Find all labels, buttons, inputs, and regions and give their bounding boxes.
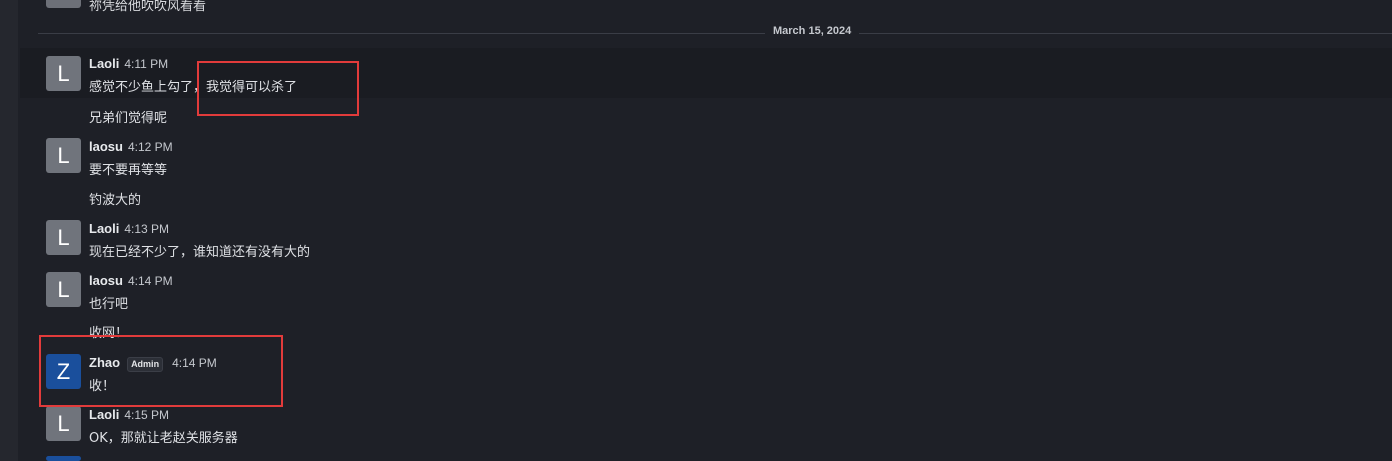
message-header: Laoli 4:11 PM <box>89 56 168 72</box>
message-group[interactable]: L laosu 4:12 PM 要不要再等等 钓波大的 <box>20 138 1392 208</box>
highlight-box <box>197 61 359 116</box>
message-text: 兄弟们觉得呢 <box>89 111 168 126</box>
previous-message: 祢凭给他吹吹风看看 <box>20 0 1392 18</box>
avatar[interactable] <box>46 456 81 461</box>
message-group[interactable]: L laosu 4:14 PM 也行吧 收网！ <box>20 272 1392 342</box>
message-timestamp: 4:12 PM <box>127 140 173 154</box>
avatar[interactable]: L <box>46 406 81 441</box>
message-group[interactable]: L Laoli 4:15 PM OK，那就让老赵关服务器 <box>20 406 1392 446</box>
avatar[interactable]: L <box>46 220 81 255</box>
message-header: Laoli 4:15 PM <box>89 407 169 423</box>
message-timestamp: 4:13 PM <box>124 222 170 236</box>
date-divider: March 15, 2024 <box>38 25 1392 41</box>
message-group[interactable] <box>20 456 1392 461</box>
author-name[interactable]: Laoli <box>89 221 119 236</box>
avatar[interactable]: L <box>46 56 81 91</box>
message-text: 现在已经不少了，谁知道还有没有大的 <box>89 245 311 260</box>
date-divider-label: March 15, 2024 <box>765 25 860 37</box>
divider-line <box>38 33 1392 34</box>
highlight-box <box>39 335 283 407</box>
message-header: laosu 4:14 PM <box>89 273 173 289</box>
author-name[interactable]: laosu <box>89 273 123 288</box>
message-text: 要不要再等等 <box>89 163 168 178</box>
message-timestamp: 4:14 PM <box>127 274 173 288</box>
message-header: laosu 4:12 PM <box>89 139 173 155</box>
avatar[interactable] <box>46 0 81 8</box>
message-timestamp: 4:11 PM <box>124 57 169 71</box>
avatar[interactable]: L <box>46 272 81 307</box>
left-rail <box>0 0 18 461</box>
author-name[interactable]: Laoli <box>89 56 119 71</box>
author-name[interactable]: laosu <box>89 139 123 154</box>
message-group[interactable]: L Laoli 4:13 PM 现在已经不少了，谁知道还有没有大的 <box>20 220 1392 260</box>
author-name[interactable]: Laoli <box>89 407 119 422</box>
message-timestamp: 4:15 PM <box>124 408 170 422</box>
message-text: 也行吧 <box>89 297 129 312</box>
message-text: 祢凭给他吹吹风看看 <box>89 0 207 14</box>
message-header: Laoli 4:13 PM <box>89 221 169 237</box>
message-text: OK，那就让老赵关服务器 <box>89 431 238 446</box>
message-text: 钓波大的 <box>89 193 142 208</box>
avatar[interactable]: L <box>46 138 81 173</box>
